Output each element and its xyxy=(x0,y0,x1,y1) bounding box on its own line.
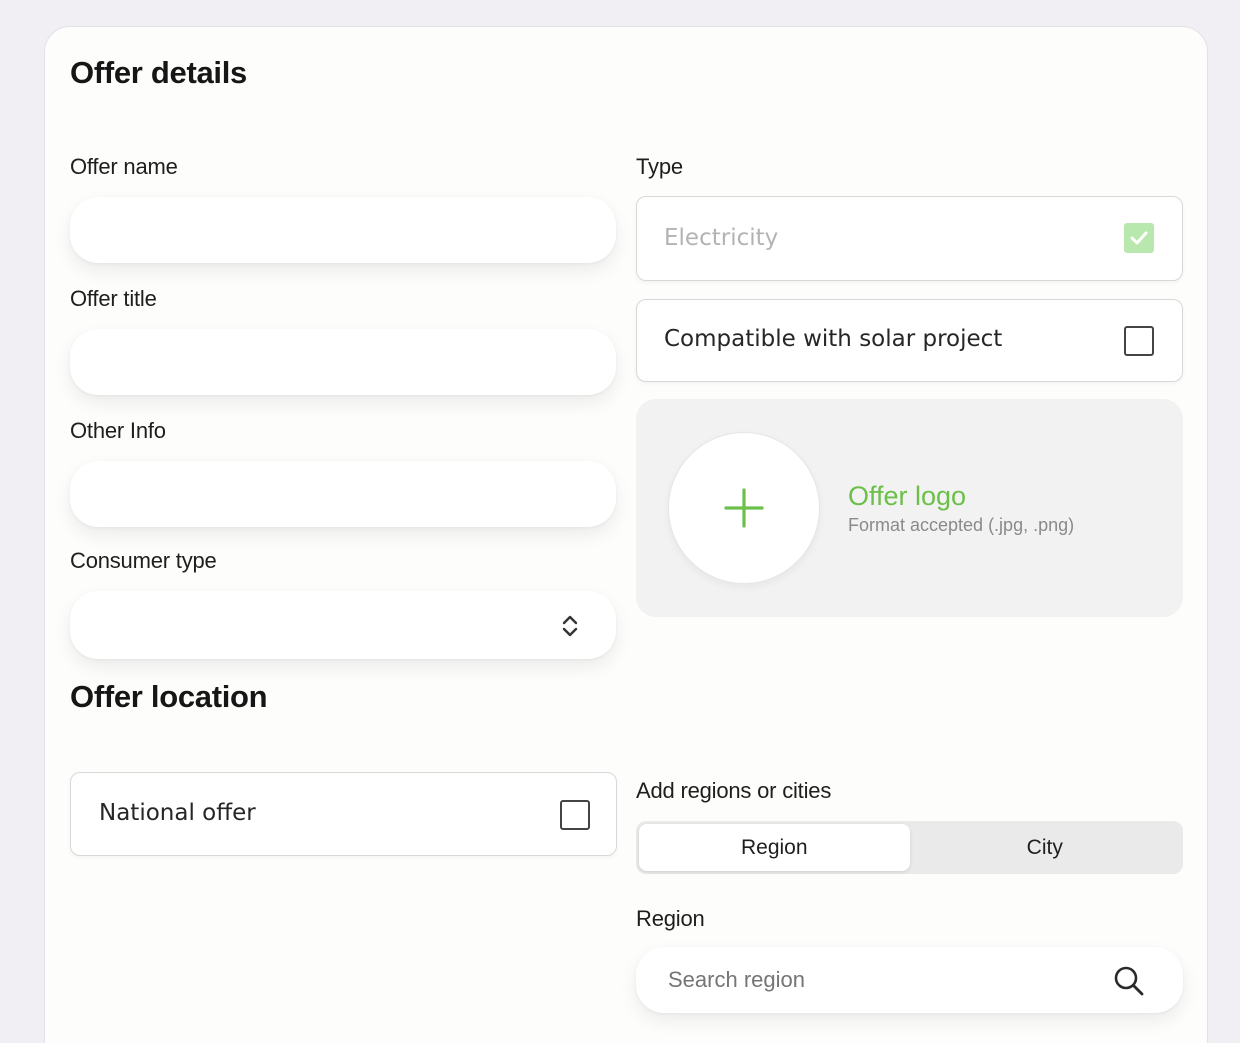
tab-city[interactable]: City xyxy=(910,824,1181,871)
offer-form-card: Offer details Offer name Offer title Oth… xyxy=(44,26,1208,1043)
region-city-toggle[interactable]: Region City xyxy=(636,821,1183,874)
region-search-input[interactable] xyxy=(636,947,1106,1013)
consumer-type-select[interactable] xyxy=(70,591,616,659)
page: Offer details Offer name Offer title Oth… xyxy=(0,0,1240,1043)
logo-format-hint: Format accepted (.jpg, .png) xyxy=(848,515,1075,535)
select-chevron-icon xyxy=(562,615,578,637)
solar-label: Compatible with solar project xyxy=(664,326,1003,352)
add-regions-label: Add regions or cities xyxy=(636,778,832,803)
offer-title-input[interactable] xyxy=(70,329,616,395)
logo-upload-button[interactable] xyxy=(668,432,820,584)
search-icon[interactable] xyxy=(1113,965,1145,997)
offer-title-label: Offer title xyxy=(70,286,157,311)
other-info-label: Other Info xyxy=(70,418,166,443)
offer-name-input[interactable] xyxy=(70,197,616,263)
offer-location-title: Offer location xyxy=(70,679,268,714)
check-icon xyxy=(1130,231,1148,245)
plus-icon xyxy=(724,488,764,528)
national-offer-checkbox[interactable] xyxy=(560,800,590,830)
type-label: Type xyxy=(636,154,683,179)
region-search-field[interactable] xyxy=(636,947,1183,1013)
electricity-checkbox[interactable] xyxy=(1124,223,1154,253)
consumer-type-label: Consumer type xyxy=(70,548,217,573)
offer-details-title: Offer details xyxy=(70,55,247,90)
national-offer-label: National offer xyxy=(99,800,256,826)
tab-region[interactable]: Region xyxy=(639,824,910,871)
national-offer-option[interactable]: National offer xyxy=(70,772,617,856)
electricity-option[interactable]: Electricity xyxy=(636,196,1183,281)
solar-option[interactable]: Compatible with solar project xyxy=(636,299,1183,382)
logo-upload-area[interactable]: Offer logo Format accepted (.jpg, .png) xyxy=(636,399,1183,617)
offer-name-label: Offer name xyxy=(70,154,178,179)
region-label: Region xyxy=(636,906,705,931)
electricity-label: Electricity xyxy=(664,225,779,251)
solar-checkbox[interactable] xyxy=(1124,326,1154,356)
other-info-input[interactable] xyxy=(70,461,616,527)
offer-logo-title: Offer logo xyxy=(848,481,967,511)
